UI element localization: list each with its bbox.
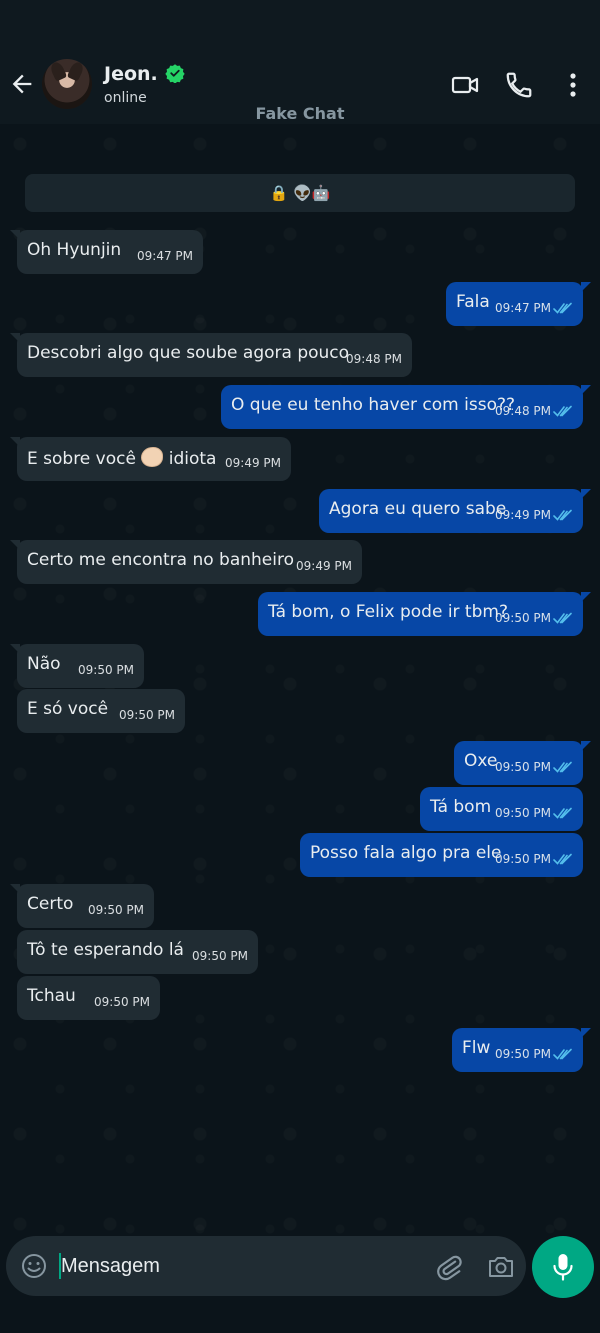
hand-emoji-icon — [141, 447, 164, 467]
message-text: Flw — [462, 1038, 491, 1058]
message-time: 09:49 PM — [225, 456, 281, 470]
message-text: Tô te esperando lá — [27, 940, 184, 960]
message-incoming[interactable]: Tô te esperando lá 09:50 PM — [17, 930, 258, 974]
message-incoming[interactable]: E sobre você idiota 09:49 PM — [10, 437, 291, 481]
message-text: Certo me encontra no banheiro — [27, 550, 294, 570]
message-incoming[interactable]: Descobri algo que soube agora pouco 09:4… — [10, 333, 412, 377]
avatar[interactable] — [42, 59, 92, 109]
message-time: 09:50 PM — [78, 663, 134, 677]
message-incoming[interactable]: Tchau 09:50 PM — [17, 976, 160, 1020]
message-time: 09:50 PM — [119, 708, 175, 722]
message-outgoing[interactable]: Fala 09:47 PM — [446, 282, 591, 326]
double-check-icon — [553, 302, 572, 314]
double-check-icon — [553, 612, 572, 624]
bubble-tail — [581, 1028, 591, 1038]
message-incoming[interactable]: Não 09:50 PM — [10, 644, 144, 688]
microphone-button[interactable] — [532, 1236, 594, 1298]
bubble-tail — [581, 592, 591, 602]
message-outgoing[interactable]: Flw 09:50 PM — [452, 1028, 591, 1072]
double-check-icon — [553, 807, 572, 819]
more-options-icon[interactable] — [558, 70, 588, 100]
message-text: Tchau — [27, 986, 76, 1006]
message-text-part: idiota — [163, 449, 217, 469]
message-text: Tá bom, o Felix pode ir tbm? — [268, 602, 508, 622]
message-outgoing[interactable]: O que eu tenho haver com isso?? 09:48 PM — [221, 385, 591, 429]
emoji-icon[interactable] — [20, 1252, 48, 1280]
bubble-tail — [10, 333, 20, 343]
message-text: Oxe — [464, 751, 498, 771]
verified-badge-icon — [165, 64, 185, 83]
double-check-icon — [553, 853, 572, 865]
message-outgoing[interactable]: Posso fala algo pra ele 09:50 PM — [300, 833, 583, 877]
message-time: 09:48 PM — [495, 404, 551, 418]
bubble-tail — [10, 884, 20, 894]
message-composer — [6, 1236, 526, 1296]
message-outgoing[interactable]: Tá bom 09:50 PM — [420, 787, 583, 831]
message-text: E sobre você idiota — [27, 447, 216, 469]
message-time: 09:50 PM — [192, 949, 248, 963]
message-time: 09:50 PM — [495, 806, 551, 820]
message-text-part: E sobre você — [27, 449, 142, 469]
paperclip-icon[interactable] — [434, 1252, 464, 1282]
message-time: 09:50 PM — [495, 760, 551, 774]
contact-name[interactable]: Jeon. — [104, 63, 158, 85]
message-time: 09:49 PM — [296, 559, 352, 573]
video-call-icon[interactable] — [450, 70, 480, 100]
message-text: Certo — [27, 894, 74, 914]
encryption-notice[interactable]: 🔒 👽🤖 — [25, 174, 575, 212]
message-input[interactable] — [61, 1252, 421, 1280]
message-text: Tá bom — [430, 797, 492, 817]
double-check-icon — [553, 761, 572, 773]
message-text: E só você — [27, 699, 109, 719]
bubble-tail — [10, 540, 20, 550]
message-outgoing[interactable]: Tá bom, o Felix pode ir tbm? 09:50 PM — [258, 592, 591, 636]
message-time: 09:50 PM — [94, 995, 150, 1009]
message-incoming[interactable]: Certo 09:50 PM — [10, 884, 154, 928]
message-text: O que eu tenho haver com isso?? — [231, 395, 516, 415]
back-arrow-icon[interactable] — [8, 70, 36, 98]
camera-icon[interactable] — [486, 1252, 516, 1282]
message-time: 09:50 PM — [495, 852, 551, 866]
message-text: Oh Hyunjin — [27, 240, 122, 260]
message-time: 09:49 PM — [495, 508, 551, 522]
message-text: Descobri algo que soube agora pouco — [27, 343, 350, 363]
bubble-tail — [10, 437, 20, 447]
message-time: 09:50 PM — [88, 903, 144, 917]
message-time: 09:50 PM — [495, 611, 551, 625]
message-incoming[interactable]: Oh Hyunjin 09:47 PM — [10, 230, 203, 274]
message-text: Não — [27, 654, 61, 674]
message-time: 09:47 PM — [495, 301, 551, 315]
bubble-tail — [581, 282, 591, 292]
status-bar — [0, 0, 600, 52]
message-time: 09:47 PM — [137, 249, 193, 263]
bubble-tail — [10, 644, 20, 654]
double-check-icon — [553, 1048, 572, 1060]
message-time: 09:48 PM — [346, 352, 402, 366]
bubble-tail — [10, 230, 20, 240]
message-text: Posso fala algo pra ele — [310, 843, 502, 863]
bubble-tail — [581, 741, 591, 751]
message-incoming[interactable]: E só você 09:50 PM — [17, 689, 185, 733]
bubble-tail — [581, 489, 591, 499]
message-incoming[interactable]: Certo me encontra no banheiro 09:49 PM — [10, 540, 362, 584]
phone-icon[interactable] — [504, 70, 534, 100]
double-check-icon — [553, 509, 572, 521]
message-outgoing[interactable]: Oxe 09:50 PM — [454, 741, 591, 785]
navigation-bar — [0, 1303, 600, 1333]
app-watermark: Fake Chat — [255, 104, 345, 123]
message-text: Agora eu quero sabe — [329, 499, 507, 519]
message-text: Fala — [456, 292, 490, 312]
double-check-icon — [553, 405, 572, 417]
message-time: 09:50 PM — [495, 1047, 551, 1061]
message-outgoing[interactable]: Agora eu quero sabe 09:49 PM — [319, 489, 591, 533]
bubble-tail — [581, 385, 591, 395]
microphone-icon — [553, 1254, 573, 1281]
